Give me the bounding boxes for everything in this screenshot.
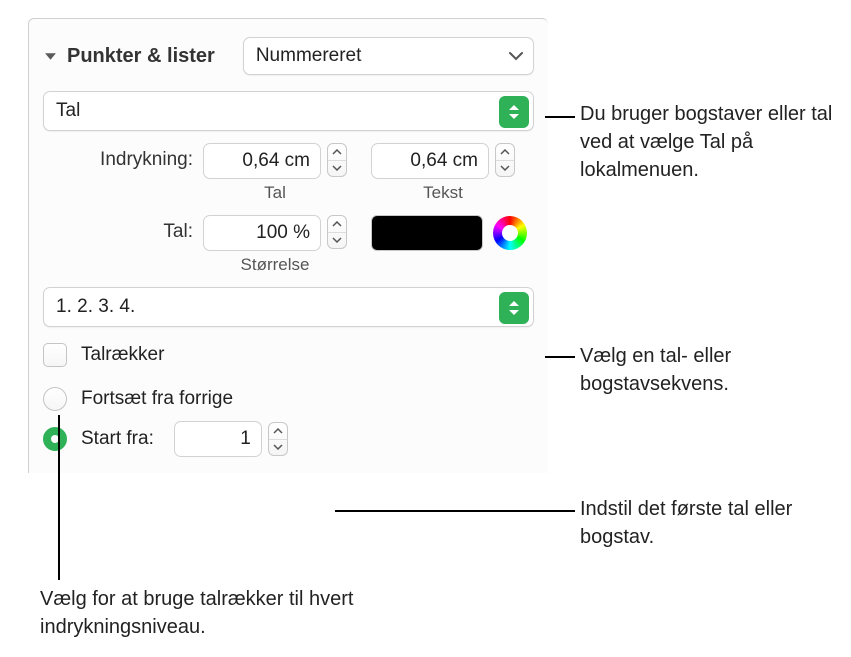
number-format-popup-value: 1. 2. 3. 4. bbox=[56, 296, 135, 318]
chevron-down-icon bbox=[505, 45, 527, 67]
type-row: Tal bbox=[43, 91, 534, 131]
header-row: Punkter & lister Nummereret bbox=[43, 37, 534, 75]
number-format-popup[interactable]: 1. 2. 3. 4. bbox=[43, 287, 534, 327]
popup-arrows-icon bbox=[499, 96, 529, 128]
indent-text-stepper[interactable] bbox=[495, 143, 515, 177]
continue-from-previous-radio[interactable] bbox=[43, 387, 67, 411]
number-label: Tal: bbox=[43, 221, 193, 243]
bullets-lists-panel: Punkter & lister Nummereret Tal Indrykni… bbox=[28, 18, 548, 473]
callout-middle: Vælg en tal- eller bogstavsekvens. bbox=[580, 342, 835, 398]
number-size-sublabel: Størrelse bbox=[203, 255, 347, 275]
indent-number-sublabel: Tal bbox=[203, 183, 347, 203]
number-size-row: Tal: Størrelse bbox=[43, 215, 534, 275]
number-type-popup[interactable]: Tal bbox=[43, 91, 534, 131]
section-title: Punkter & lister bbox=[67, 45, 215, 68]
indent-label: Indrykning: bbox=[43, 149, 193, 171]
stepper-down-icon[interactable] bbox=[496, 161, 514, 177]
tiered-checkbox-row: Talrækker bbox=[43, 343, 534, 367]
color-well[interactable] bbox=[371, 215, 483, 251]
tiered-numbers-checkbox[interactable] bbox=[43, 343, 67, 367]
start-from-stepper[interactable] bbox=[268, 422, 288, 456]
number-type-popup-value: Tal bbox=[56, 100, 80, 122]
number-size-stepper[interactable] bbox=[327, 215, 347, 249]
continue-from-previous-label: Fortsæt fra forrige bbox=[81, 388, 233, 410]
callout-line bbox=[335, 510, 575, 512]
stepper-down-icon[interactable] bbox=[328, 233, 346, 249]
stepper-up-icon[interactable] bbox=[269, 423, 287, 440]
callout-top: Du bruger bogstaver eller tal ved at væl… bbox=[580, 100, 835, 184]
start-from-label: Start fra: bbox=[81, 428, 154, 450]
callout-line bbox=[545, 356, 575, 358]
color-picker-icon[interactable] bbox=[493, 216, 527, 250]
number-size-group: Størrelse bbox=[203, 215, 347, 275]
stepper-down-icon[interactable] bbox=[328, 161, 346, 177]
list-style-popup[interactable]: Nummereret bbox=[243, 37, 534, 75]
indent-text-input[interactable] bbox=[371, 143, 489, 179]
callout-line bbox=[545, 116, 575, 118]
indent-number-group: Tal bbox=[203, 143, 347, 203]
stepper-up-icon[interactable] bbox=[328, 144, 346, 161]
continue-radio-row: Fortsæt fra forrige bbox=[43, 387, 534, 411]
start-from-radio[interactable] bbox=[43, 427, 67, 451]
disclosure-triangle-icon[interactable] bbox=[43, 49, 57, 63]
indent-text-sublabel: Tekst bbox=[371, 183, 515, 203]
stepper-down-icon[interactable] bbox=[269, 440, 287, 456]
indent-number-stepper[interactable] bbox=[327, 143, 347, 177]
indent-row: Indrykning: Tal bbox=[43, 143, 534, 203]
format-row: 1. 2. 3. 4. bbox=[43, 287, 534, 327]
tiered-numbers-label: Talrækker bbox=[81, 344, 164, 366]
start-from-row: Start fra: bbox=[43, 421, 534, 457]
number-size-input[interactable] bbox=[203, 215, 321, 251]
callout-bottom-left: Vælg for at bruge talrækker til hvert in… bbox=[40, 585, 360, 641]
popup-arrows-icon bbox=[499, 292, 529, 324]
start-from-input[interactable] bbox=[174, 421, 262, 457]
callout-bottom-right: Indstil det første tal eller bogstav. bbox=[580, 495, 835, 551]
stepper-up-icon[interactable] bbox=[328, 216, 346, 233]
list-style-popup-value: Nummereret bbox=[256, 45, 362, 67]
indent-text-group: Tekst bbox=[371, 143, 515, 203]
stepper-up-icon[interactable] bbox=[496, 144, 514, 161]
callout-line bbox=[58, 415, 60, 580]
indent-number-input[interactable] bbox=[203, 143, 321, 179]
